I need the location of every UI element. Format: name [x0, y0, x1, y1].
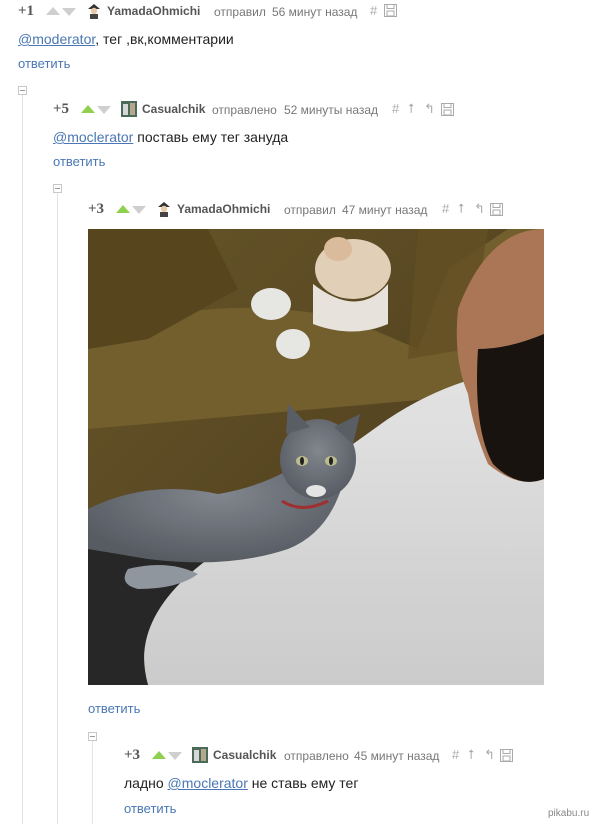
upvote-icon[interactable]: [116, 205, 130, 213]
user-mention-link[interactable]: @moclerator: [168, 775, 248, 791]
comment-time[interactable]: 52 минуты назад: [284, 103, 378, 117]
comment-text: @moderator, тег ,вк,комментарии: [18, 31, 234, 47]
comment-text-rest: не ставь ему тег: [247, 775, 359, 791]
comment-action: отправлено: [212, 103, 277, 117]
hash-icon[interactable]: #: [442, 201, 449, 216]
comment-1: +1 YamadaOhmichi отправил 56 минут назад…: [0, 0, 600, 80]
comment-time[interactable]: 47 минут назад: [342, 203, 427, 217]
downvote-icon[interactable]: [168, 752, 182, 760]
user-mention-link[interactable]: @moclerator: [53, 129, 133, 145]
reply-link[interactable]: ответить: [18, 56, 70, 71]
collapse-toggle[interactable]: [53, 184, 62, 193]
comment-text-rest: поставь ему тег зануда: [133, 129, 289, 145]
save-icon[interactable]: [500, 749, 513, 762]
comment-time[interactable]: 45 минут назад: [354, 749, 439, 763]
comment-3: +3 YamadaOhmichi отправил 47 минут назад…: [0, 196, 600, 726]
user-mention-link[interactable]: @moderator: [18, 31, 95, 47]
comment-action: отправлено: [284, 749, 349, 763]
comment-rating: +3: [124, 747, 141, 763]
comment-author[interactable]: YamadaOhmichi: [177, 202, 270, 216]
save-icon[interactable]: [384, 4, 397, 17]
avatar[interactable]: [86, 3, 102, 19]
comment-rating: +3: [88, 201, 105, 217]
comment-2: +5 Casualchik отправлено 52 минуты назад…: [0, 96, 600, 176]
hash-icon[interactable]: #: [452, 747, 459, 762]
avatar[interactable]: [192, 747, 208, 763]
comment-rating: +5: [53, 101, 70, 117]
comment-photo[interactable]: [88, 229, 544, 685]
comment-4: +3 Casualchik отправлено 45 минут назад …: [0, 742, 600, 824]
comment-author[interactable]: Casualchik: [213, 748, 276, 762]
reply-link[interactable]: ответить: [53, 154, 105, 169]
comment-action: отправил: [284, 203, 336, 217]
comment-author[interactable]: Casualchik: [142, 102, 205, 116]
avatar[interactable]: [156, 201, 172, 217]
upvote-icon[interactable]: [152, 751, 166, 759]
hash-icon[interactable]: #: [370, 3, 377, 18]
comment-text-rest: , тег ,вк,комментарии: [95, 31, 234, 47]
upvote-icon[interactable]: [81, 105, 95, 113]
comment-author[interactable]: YamadaOhmichi: [107, 4, 200, 18]
branch-icon[interactable]: ↰: [484, 747, 495, 763]
page: { "comments": [ { "rating": "+1", "autho…: [0, 0, 600, 824]
save-icon[interactable]: [490, 203, 503, 216]
site-watermark: pikabu.ru: [548, 808, 590, 819]
parent-up-icon[interactable]: ⭡: [458, 201, 464, 217]
collapse-toggle[interactable]: [88, 732, 97, 741]
downvote-icon[interactable]: [132, 206, 146, 214]
comment-rating: +1: [18, 3, 35, 19]
parent-up-icon[interactable]: ⭡: [408, 101, 414, 117]
reply-link[interactable]: ответить: [88, 701, 140, 716]
hash-icon[interactable]: #: [392, 101, 399, 116]
comment-action: отправил: [214, 5, 266, 19]
reply-link[interactable]: ответить: [124, 801, 176, 816]
avatar[interactable]: [121, 101, 137, 117]
parent-up-icon[interactable]: ⭡: [468, 747, 474, 763]
comment-text-prefix: ладно: [124, 775, 168, 791]
branch-icon[interactable]: ↰: [474, 201, 485, 217]
upvote-icon[interactable]: [46, 7, 60, 15]
comment-text: ладно @moclerator не ставь ему тег: [124, 775, 358, 791]
save-icon[interactable]: [441, 103, 454, 116]
comment-text: @moclerator поставь ему тег зануда: [53, 129, 288, 145]
downvote-icon[interactable]: [62, 8, 76, 16]
comment-time[interactable]: 56 минут назад: [272, 5, 357, 19]
branch-icon[interactable]: ↰: [424, 101, 435, 117]
collapse-toggle[interactable]: [18, 86, 27, 95]
downvote-icon[interactable]: [97, 106, 111, 114]
